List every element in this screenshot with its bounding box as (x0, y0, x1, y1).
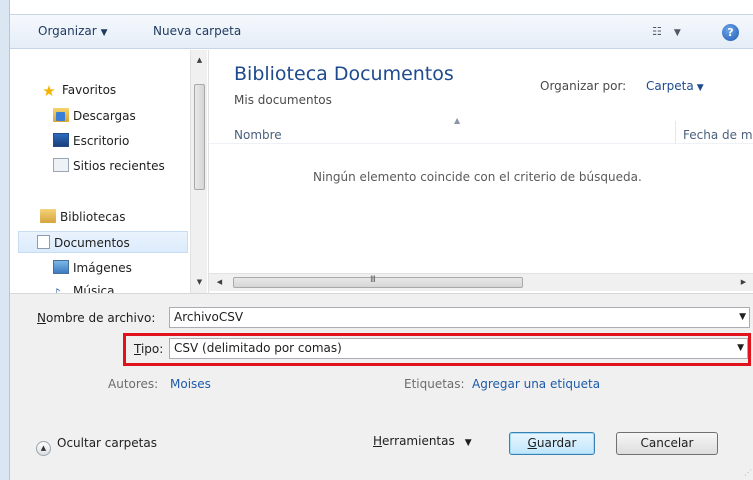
star-icon: ★ (42, 82, 56, 100)
view-list-icon: ☷ (652, 25, 662, 38)
nav-label: Descargas (73, 109, 136, 123)
filename-label-text: ombre de archivo: (45, 311, 156, 325)
command-bar: Organizar ▼ Nueva carpeta ☷ ▼ ? (10, 14, 753, 49)
chevron-down-icon[interactable]: ▼ (739, 308, 746, 327)
pictures-icon (53, 260, 69, 274)
change-view-button[interactable]: ☷ ▼ (652, 25, 681, 38)
grip-icon: III (370, 275, 376, 285)
save-accesskey: G (527, 436, 537, 450)
organize-label: Organizar (38, 24, 97, 38)
cancel-label: Cancelar (640, 436, 694, 450)
nav-label: Escritorio (73, 134, 130, 148)
nav-item-favorites[interactable]: ★ Favoritos (40, 79, 116, 101)
authors-value[interactable]: Moises (170, 377, 211, 391)
chevron-down-icon: ▼ (673, 28, 681, 38)
library-title: Biblioteca Documentos (234, 63, 454, 85)
tools-label: erramientas (382, 434, 455, 448)
authors-label: Autores: (108, 377, 159, 391)
horizontal-scrollbar[interactable]: ◀ III ▶ (209, 273, 753, 291)
filename-label-accesskey: N (37, 311, 46, 325)
hide-folders-label: Ocultar carpetas (57, 436, 157, 450)
hide-folders-button[interactable]: ▲ Ocultar carpetas (36, 436, 157, 456)
column-divider[interactable] (675, 121, 676, 144)
nav-label: Bibliotecas (60, 210, 126, 224)
scroll-thumb[interactable] (194, 84, 205, 190)
column-name[interactable]: Nombre (234, 128, 282, 142)
filetype-value: CSV (delimitado por comas) (174, 341, 342, 355)
nav-item-pictures[interactable]: Imágenes (53, 257, 132, 279)
column-header: ▲ Nombre Fecha de m (209, 116, 753, 144)
save-label: uardar (536, 436, 577, 450)
column-date[interactable]: Fecha de m (683, 128, 753, 142)
organize-button[interactable]: Organizar ▼ (38, 24, 108, 38)
filetype-label: Tipo: (134, 342, 163, 356)
filename-input[interactable]: ArchivoCSV ▼ (169, 307, 750, 328)
scroll-right-icon[interactable]: ▶ (735, 274, 752, 291)
nav-label: Favoritos (62, 83, 117, 97)
arrange-by-label: Organizar por: (540, 79, 627, 93)
help-icon: ? (727, 26, 734, 39)
filename-value: ArchivoCSV (174, 310, 244, 324)
new-folder-button[interactable]: Nueva carpeta (153, 24, 241, 38)
resize-grip-icon[interactable]: ⋰ (744, 468, 752, 477)
tags-label: Etiquetas: (404, 377, 465, 391)
file-list-pane: Biblioteca Documentos Mis documentos Org… (208, 50, 753, 293)
chevron-down-icon: ▼ (696, 83, 704, 93)
scroll-down-icon[interactable]: ▼ (191, 274, 208, 291)
collapse-up-icon: ▲ (36, 441, 51, 456)
scroll-thumb[interactable]: III (233, 275, 523, 288)
chevron-down-icon: ▼ (100, 28, 108, 38)
cancel-button[interactable]: Cancelar (616, 432, 718, 455)
scroll-up-icon[interactable]: ▲ (191, 52, 208, 69)
filetype-label-text: ipo: (140, 342, 164, 356)
nav-item-desktop[interactable]: Escritorio (53, 130, 129, 152)
music-icon: ♪ (53, 286, 61, 293)
documents-icon (37, 235, 50, 249)
chevron-down-icon: ▼ (464, 438, 472, 448)
downloads-folder-icon (53, 108, 69, 122)
nav-label: Imágenes (73, 261, 132, 275)
nav-item-documents[interactable]: Documentos (18, 231, 188, 253)
empty-results-message: Ningún elemento coincide con el criterio… (313, 170, 642, 184)
arrange-by-dropdown[interactable]: Carpeta ▼ (646, 79, 704, 93)
save-options-pane: Nombre de archivo: ArchivoCSV ▼ Tipo: CSV… (10, 293, 753, 480)
navigation-scrollbar[interactable]: ▲ ▼ (190, 50, 207, 293)
save-button[interactable]: Guardar (509, 432, 595, 455)
nav-item-recent-places[interactable]: Sitios recientes (53, 155, 165, 177)
filename-label: Nombre de archivo: (37, 311, 155, 325)
new-folder-label: Nueva carpeta (153, 24, 242, 38)
tools-dropdown[interactable]: Herramientas ▼ (373, 434, 472, 448)
nav-item-downloads[interactable]: Descargas (53, 105, 136, 127)
nav-label: Música (73, 284, 115, 293)
nav-item-libraries[interactable]: Bibliotecas (40, 206, 125, 228)
libraries-icon (40, 209, 56, 223)
window-frame-left (0, 0, 10, 480)
filetype-label-accesskey: T (134, 342, 141, 356)
desktop-icon (53, 133, 69, 147)
nav-label: Sitios recientes (73, 159, 165, 173)
tags-link[interactable]: Agregar una etiqueta (472, 377, 600, 391)
recent-places-icon (53, 158, 69, 172)
nav-label: Documentos (54, 236, 130, 250)
filetype-select[interactable]: CSV (delimitado por comas) ▼ (169, 338, 748, 359)
chevron-down-icon[interactable]: ▼ (737, 339, 744, 358)
nav-item-music[interactable]: ♪ Música (53, 280, 115, 293)
sort-ascending-icon: ▲ (454, 116, 461, 125)
scroll-left-icon[interactable]: ◀ (211, 274, 228, 291)
navigation-pane: ★ Favoritos Descargas Escritorio Sitios r… (10, 50, 190, 293)
library-subtitle: Mis documentos (234, 93, 332, 107)
help-button[interactable]: ? (722, 24, 739, 41)
arrange-by-value: Carpeta (646, 79, 694, 93)
tools-accesskey: H (373, 434, 383, 448)
